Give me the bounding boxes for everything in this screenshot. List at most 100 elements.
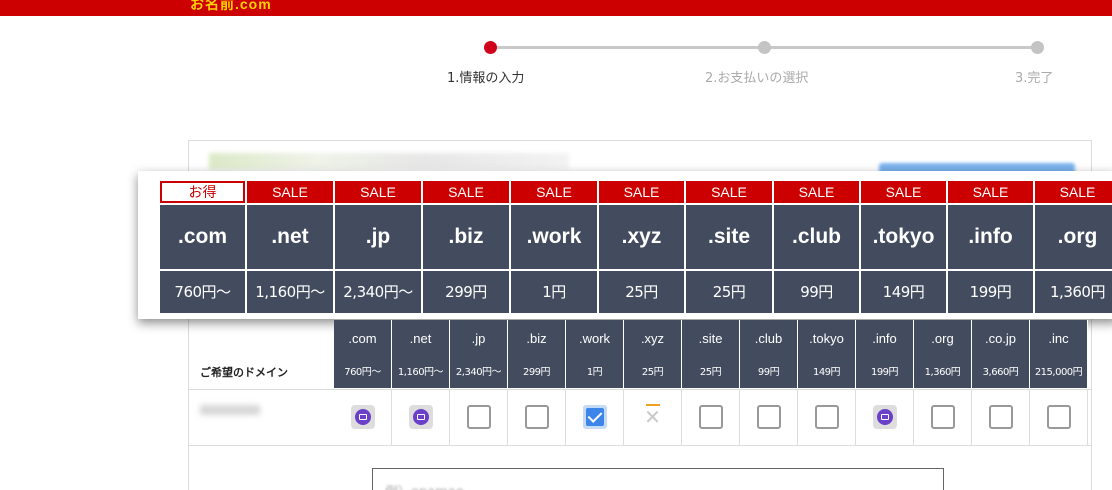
step-1-label: 1.情報の入力 (447, 71, 525, 86)
promo-price-work: 1円 (511, 271, 598, 313)
promo-price-table: お得 .com 760円～ SALE .net 1,160円～ SALE .jp 2,340円～… (138, 171, 1112, 319)
promo-price-net: 1,160円～ (247, 271, 334, 313)
tld-header-cojp: .co.jp (972, 320, 1030, 358)
checkbox[interactable] (988, 405, 1013, 429)
tld-select-cell-tokyo (798, 389, 856, 445)
desired-domain-label: ご希望のドメイン (200, 366, 288, 379)
sale-badge: SALE (599, 181, 684, 203)
mail-icon[interactable] (872, 405, 897, 429)
domain-name-blurred (200, 405, 260, 415)
promo-price-xyz: 25円 (599, 271, 685, 313)
checkbox[interactable] (814, 405, 839, 429)
checkbox[interactable] (466, 405, 491, 429)
check-icon (585, 408, 604, 426)
tld-price-net: 1,160円～ (392, 358, 450, 388)
tld-header-club: .club (740, 320, 798, 358)
tld-header-xyz: .xyz (624, 320, 682, 358)
promo-tld-org[interactable]: .org (1035, 205, 1112, 269)
unavailable-x-icon: ✕ (641, 404, 665, 429)
promo-tld-site[interactable]: .site (686, 205, 773, 269)
tld-price-inc: 215,000円 (1030, 358, 1088, 388)
promo-tld-info[interactable]: .info (948, 205, 1034, 269)
tld-select-cell-biz (508, 389, 566, 445)
tld-header-org: .org (914, 320, 972, 358)
envelope-icon (412, 409, 429, 425)
envelope-icon (876, 409, 893, 425)
tld-price-jp: 2,340円～ (450, 358, 508, 388)
promo-tld-com[interactable]: .com (160, 205, 246, 269)
tld-price-tokyo: 149円 (798, 358, 856, 388)
tld-header-info: .info (856, 320, 914, 358)
tld-price-work: 1円 (566, 358, 624, 388)
promo-tld-biz[interactable]: .biz (423, 205, 510, 269)
mail-icon[interactable] (408, 405, 433, 429)
promo-tld-tokyo[interactable]: .tokyo (861, 205, 947, 269)
tld-select-cell-club (740, 389, 798, 445)
mail-icon[interactable] (350, 405, 375, 429)
sale-badge: SALE (1035, 181, 1112, 203)
tld-header-biz: .biz (508, 320, 566, 358)
site-logo[interactable]: お名前.com (190, 0, 272, 14)
tld-price-info: 199円 (856, 358, 914, 388)
row-divider (188, 445, 1092, 446)
sale-badge: SALE (247, 181, 333, 203)
tld-price-org: 1,360円 (914, 358, 972, 388)
tld-price-com: 760円～ (334, 358, 392, 388)
search-placeholder: 例）onamae (385, 481, 464, 490)
tld-price-cojp: 3,660円 (972, 358, 1030, 388)
promo-tld-club[interactable]: .club (774, 205, 860, 269)
step-3-dot (1031, 41, 1044, 54)
checkbox[interactable] (930, 405, 955, 429)
sale-badge: SALE (861, 181, 946, 203)
tld-header-com: .com (334, 320, 392, 358)
checkbox[interactable] (698, 405, 723, 429)
step-2-dot (758, 41, 771, 54)
sale-badge: SALE (335, 181, 421, 203)
promo-tld-work[interactable]: .work (511, 205, 598, 269)
tld-header-jp: .jp (450, 320, 508, 358)
tld-header-tokyo: .tokyo (798, 320, 856, 358)
tld-header-inc: .inc (1030, 320, 1088, 358)
domain-search-input[interactable]: 例）onamae (372, 468, 944, 490)
tld-price-xyz: 25円 (624, 358, 682, 388)
step-1-dot (484, 41, 497, 54)
tld-select-cell-inc (1030, 389, 1088, 445)
tld-price-biz: 299円 (508, 358, 566, 388)
promo-price-tokyo: 149円 (861, 271, 947, 313)
promo-tld-xyz[interactable]: .xyz (599, 205, 685, 269)
envelope-icon (354, 409, 371, 425)
tld-select-cell-org (914, 389, 972, 445)
top-header-bar: お名前.com (0, 0, 1112, 16)
promo-tld-net[interactable]: .net (247, 205, 334, 269)
checkbox[interactable] (756, 405, 781, 429)
sale-badge: SALE (511, 181, 597, 203)
tld-select-cell-com (334, 389, 392, 445)
promo-price-org: 1,360円 (1035, 271, 1112, 313)
tld-select-cell-info (856, 389, 914, 445)
promo-price-jp: 2,340円～ (335, 271, 422, 313)
tld-select-cell-site (682, 389, 740, 445)
promo-price-club: 99円 (774, 271, 860, 313)
promo-price-biz: 299円 (423, 271, 510, 313)
progress-stepper: 1.情報の入力 2.お支払いの選択 3.完了 (0, 30, 1112, 100)
tld-select-cell-xyz: ✕ (624, 389, 682, 445)
sale-badge: SALE (423, 181, 509, 203)
promo-tld-jp[interactable]: .jp (335, 205, 422, 269)
sale-badge: SALE (686, 181, 772, 203)
tld-select-cell-net (392, 389, 450, 445)
tld-select-cell-work (566, 389, 624, 445)
checkbox-checked[interactable] (582, 405, 607, 429)
deal-badge: お得 (160, 181, 245, 203)
tld-select-cell-jp (450, 389, 508, 445)
tld-header-net: .net (392, 320, 450, 358)
tld-header-site: .site (682, 320, 740, 358)
tld-price-club: 99円 (740, 358, 798, 388)
step-3-label: 3.完了 (1015, 71, 1054, 86)
tld-header-work: .work (566, 320, 624, 358)
checkbox[interactable] (1046, 405, 1071, 429)
sale-badge: SALE (774, 181, 859, 203)
checkbox[interactable] (524, 405, 549, 429)
step-2-label: 2.お支払いの選択 (705, 71, 809, 86)
tld-price-site: 25円 (682, 358, 740, 388)
promo-price-info: 199円 (948, 271, 1034, 313)
